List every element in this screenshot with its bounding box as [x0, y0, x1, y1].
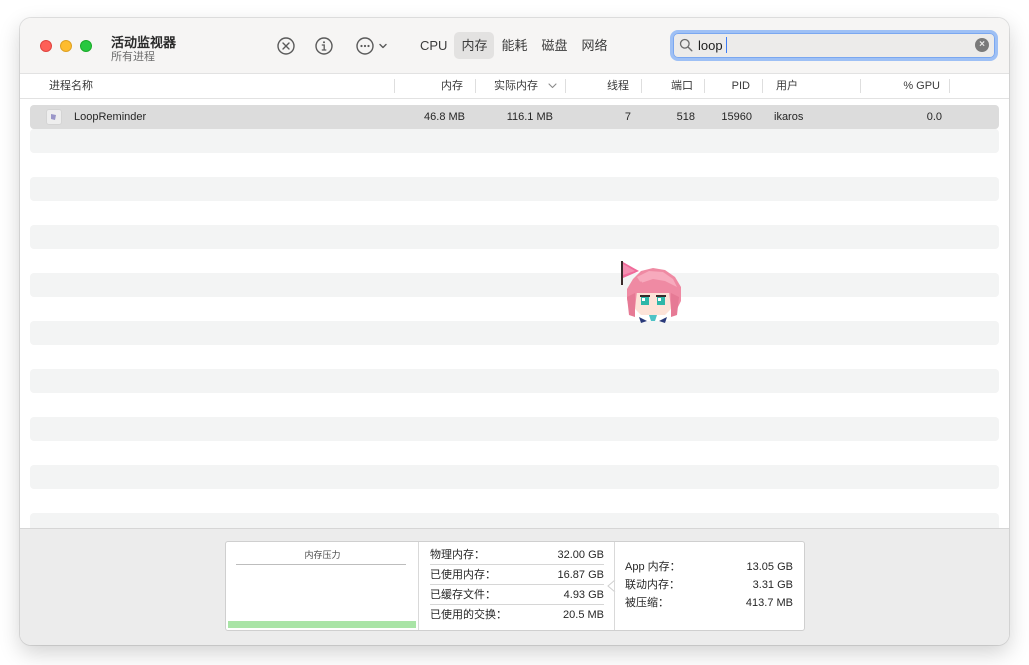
mascot-image — [619, 259, 685, 327]
stat-value: 3.31 GB — [752, 579, 793, 591]
ellipsis-circle-icon — [356, 37, 387, 55]
stat-label: 已使用内存： — [430, 569, 496, 581]
tab-disk[interactable]: 磁盘 — [534, 32, 574, 59]
stat-label: 物理内存： — [430, 549, 485, 561]
memory-summary-panel: 内存压力 物理内存： 32.00 GB 已使用内存： 16.87 GB 已缓存文… — [225, 541, 805, 631]
column-ports[interactable]: 端口 — [671, 74, 693, 98]
window-subtitle: 所有进程 — [111, 51, 155, 63]
process-user: ikaros — [774, 111, 804, 123]
tab-network[interactable]: 网络 — [575, 32, 615, 59]
table-row-empty — [30, 321, 999, 345]
column-divider — [565, 79, 566, 93]
process-pid: 15960 — [721, 111, 752, 123]
memory-stats-right: App 内存： 13.05 GB 联动内存： 3.31 GB 被压缩： 413.… — [614, 542, 804, 630]
info-icon — [315, 37, 333, 55]
column-real-memory[interactable]: 实际内存 — [494, 74, 538, 98]
table-row-empty — [30, 465, 999, 489]
window-minimize-button[interactable] — [60, 40, 72, 52]
stat-value: 413.7 MB — [745, 597, 793, 609]
column-memory[interactable]: 内存 — [441, 74, 463, 98]
memory-summary-footer: 内存压力 物理内存： 32.00 GB 已使用内存： 16.87 GB 已缓存文… — [20, 528, 1009, 645]
stat-label: App 内存： — [625, 561, 681, 573]
pressure-bar-track — [228, 621, 416, 628]
category-tabs: CPU 内存 能耗 磁盘 网络 — [413, 32, 632, 59]
process-memory: 46.8 MB — [424, 111, 465, 123]
stat-label: 联动内存： — [625, 579, 680, 591]
table-row[interactable]: LoopReminder 46.8 MB 116.1 MB 7 518 1596… — [30, 105, 999, 129]
process-name: LoopReminder — [74, 111, 147, 123]
search-field[interactable]: × — [670, 30, 998, 61]
tab-memory[interactable]: 内存 — [454, 32, 495, 59]
activity-monitor-window: 活动监视器 所有进程 CPU 内存 能耗 磁盘 网络 loop × 进程名称 内… — [20, 18, 1009, 645]
column-divider — [762, 79, 763, 93]
stop-process-button[interactable] — [275, 35, 297, 57]
table-row-empty — [30, 369, 999, 393]
column-pid[interactable]: PID — [732, 74, 750, 98]
app-icon — [46, 109, 62, 125]
window-close-button[interactable] — [40, 40, 52, 52]
column-divider — [394, 79, 395, 93]
table-row-empty — [30, 177, 999, 201]
column-threads[interactable]: 线程 — [607, 74, 629, 98]
column-divider — [704, 79, 705, 93]
x-circle-icon — [277, 37, 295, 55]
tab-energy[interactable]: 能耗 — [494, 32, 534, 59]
tab-cpu[interactable]: CPU — [413, 32, 454, 59]
memory-stats-left: 物理内存： 32.00 GB 已使用内存： 16.87 GB 已缓存文件： 4.… — [420, 542, 610, 630]
table-row-empty — [30, 417, 999, 441]
memory-pressure-title: 内存压力 — [304, 550, 341, 560]
stat-value: 20.5 MB — [563, 609, 604, 621]
column-divider — [949, 79, 950, 93]
stat-compressed: 被压缩： 413.7 MB — [625, 594, 793, 612]
process-ports: 518 — [676, 111, 695, 123]
process-info-button[interactable] — [313, 35, 335, 57]
stat-value: 32.00 GB — [557, 549, 604, 561]
window-zoom-button[interactable] — [80, 40, 92, 52]
column-user[interactable]: 用户 — [776, 74, 798, 98]
process-table: LoopReminder 46.8 MB 116.1 MB 7 518 1596… — [20, 100, 1009, 528]
column-divider — [641, 79, 642, 93]
pressure-bar — [228, 621, 416, 628]
memory-pressure-graph: 内存压力 — [226, 542, 419, 630]
table-row-empty — [30, 273, 999, 297]
column-divider — [475, 79, 476, 93]
stat-wired-memory: 联动内存： 3.31 GB — [625, 576, 793, 594]
stat-label: 已缓存文件： — [430, 589, 496, 601]
search-input[interactable] — [698, 36, 968, 54]
pressure-graph-baseline — [236, 564, 406, 565]
stat-value: 13.05 GB — [746, 561, 793, 573]
column-gpu[interactable]: % GPU — [903, 74, 940, 98]
magnifier-icon — [679, 38, 693, 52]
stat-value: 4.93 GB — [563, 589, 604, 601]
column-divider — [860, 79, 861, 93]
column-process-name[interactable]: 进程名称 — [49, 74, 93, 98]
stat-label: 已使用的交换： — [430, 609, 507, 621]
stat-value: 16.87 GB — [557, 569, 604, 581]
table-row-empty — [30, 129, 999, 153]
process-real-memory: 116.1 MB — [506, 111, 553, 123]
stat-swap-used: 已使用的交换： 20.5 MB — [430, 605, 604, 625]
table-row-empty — [30, 225, 999, 249]
sort-descending-icon — [548, 81, 557, 90]
toolbar: 活动监视器 所有进程 CPU 内存 能耗 磁盘 网络 loop × — [20, 18, 1009, 73]
stat-memory-used: 已使用内存： 16.87 GB — [430, 565, 604, 585]
stat-physical-memory: 物理内存： 32.00 GB — [430, 545, 604, 565]
column-header: 进程名称 内存 实际内存 线程 端口 PID 用户 % GPU — [20, 73, 1009, 99]
process-gpu: 0.0 — [926, 111, 942, 123]
stat-app-memory: App 内存： 13.05 GB — [625, 558, 793, 576]
stat-label: 被压缩： — [625, 597, 669, 609]
text-caret — [726, 37, 727, 53]
table-row-empty — [30, 513, 999, 528]
stat-cached-files: 已缓存文件： 4.93 GB — [430, 585, 604, 605]
more-actions-button[interactable] — [354, 35, 390, 57]
process-threads: 7 — [624, 111, 631, 123]
clear-search-button[interactable]: × — [975, 38, 989, 52]
